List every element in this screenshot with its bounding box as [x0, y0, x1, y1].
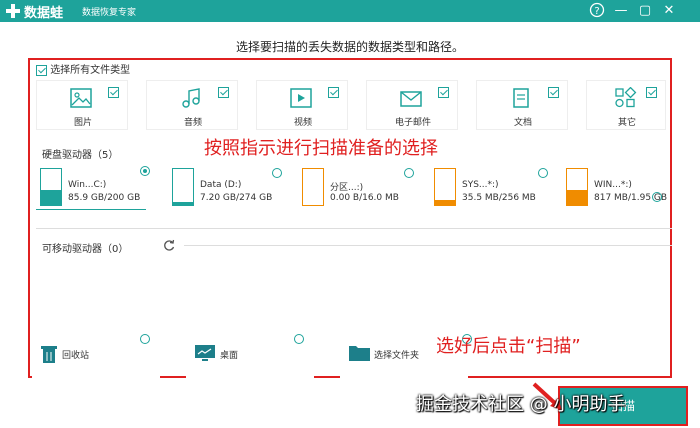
file-type-video[interactable]: 视频 [256, 80, 348, 130]
help-button[interactable]: ? [588, 2, 606, 20]
instruction-text: 选择要扫描的丢失数据的数据类型和路径。 [235, 40, 464, 54]
removable-drives-label: 可移动驱动器（0） [42, 244, 129, 255]
select-all-checkbox[interactable]: 选择所有文件类型 [36, 61, 130, 76]
checkbox-icon [328, 87, 339, 98]
drive-usage-bar [172, 168, 194, 206]
maximize-button[interactable]: ▢ [636, 2, 654, 20]
drive-size: 35.5 MB/256 MB [462, 193, 536, 203]
location-desktop[interactable]: 桌面 [186, 326, 314, 378]
drive-radio[interactable] [140, 166, 150, 176]
file-type-label: 电子邮件 [394, 118, 431, 128]
file-type-label: 视频 [293, 118, 312, 128]
location-label: 桌面 [220, 351, 239, 361]
checkbox-icon [218, 87, 229, 98]
drive-radio[interactable] [272, 168, 282, 178]
location-radio[interactable] [294, 334, 304, 344]
drive-item[interactable]: SYS...*:) 35.5 MB/256 MB [434, 166, 554, 210]
checkbox-icon [36, 64, 47, 76]
drive-name: 分区...:) [330, 183, 364, 193]
hard-drives-label: 硬盘驱动器（5） [42, 150, 119, 161]
email-icon [400, 91, 422, 107]
drive-name: Data (D:) [200, 180, 242, 190]
location-recycle-bin[interactable]: 回收站 [32, 326, 160, 378]
drive-radio[interactable] [652, 192, 662, 202]
video-icon [290, 88, 312, 108]
annotation-text: 按照指示进行扫描准备的选择 [204, 138, 438, 159]
drive-size: 7.20 GB/274 GB [200, 193, 273, 203]
folder-icon [349, 346, 370, 361]
checkbox-icon [438, 87, 449, 98]
drive-name: WIN...*:) [594, 180, 632, 190]
file-type-email[interactable]: 电子邮件 [366, 80, 458, 130]
checkbox-icon [646, 87, 657, 98]
section-divider [36, 228, 672, 229]
location-label: 回收站 [62, 351, 90, 361]
drive-item[interactable]: WIN...*:) 817 MB/1.95 GB [566, 166, 686, 210]
desktop-icon [195, 345, 215, 361]
close-button[interactable]: ✕ [660, 2, 678, 20]
image-icon [70, 88, 92, 108]
document-icon [513, 88, 529, 108]
title-bar: 数据蛙 数据恢复专家 ? — ▢ ✕ [0, 0, 700, 22]
drive-usage-bar [302, 168, 324, 206]
file-type-document[interactable]: 文档 [476, 80, 568, 130]
removable-divider [184, 245, 672, 246]
app-name: 数据蛙 [24, 6, 64, 21]
drive-size: 85.9 GB/200 GB [68, 193, 141, 203]
app-logo-icon [6, 4, 20, 18]
svg-text:?: ? [594, 6, 599, 17]
music-icon [182, 88, 200, 108]
drive-usage-fill [567, 189, 587, 205]
refresh-icon[interactable] [162, 238, 176, 252]
file-type-other[interactable]: 其它 [586, 80, 666, 130]
watermark: 掘金技术社区 @ 小明助手 [416, 394, 626, 415]
minimize-button[interactable]: — [612, 2, 630, 20]
location-radio[interactable] [140, 334, 150, 344]
drive-name: SYS...*:) [462, 180, 499, 190]
drive-usage-bar [566, 168, 588, 206]
checkbox-icon [548, 87, 559, 98]
drive-size: 0.00 B/16.0 MB [330, 193, 399, 203]
other-icon [615, 87, 637, 108]
location-label: 选择文件夹 [374, 351, 420, 361]
drive-usage-fill [435, 199, 455, 205]
drive-radio[interactable] [404, 168, 414, 178]
drive-radio[interactable] [538, 168, 548, 178]
select-all-label: 选择所有文件类型 [50, 65, 131, 76]
checkbox-icon [108, 87, 119, 98]
file-type-image[interactable]: 图片 [36, 80, 128, 130]
annotation-text: 选好后点击“扫描” [436, 336, 581, 357]
drive-usage-fill [173, 202, 193, 205]
file-type-label: 音频 [183, 118, 202, 128]
drive-usage-fill [41, 189, 61, 205]
app-subtitle: 数据恢复专家 [82, 8, 137, 18]
drive-usage-bar [434, 168, 456, 206]
drive-name: Win...C:) [68, 180, 107, 190]
drive-usage-bar [40, 168, 62, 206]
file-type-label: 其它 [617, 118, 636, 128]
file-type-label: 文档 [513, 118, 532, 128]
recycle-bin-icon [41, 346, 57, 363]
selected-underline [36, 209, 146, 210]
help-icon: ? [589, 2, 605, 18]
file-type-label: 图片 [73, 118, 92, 128]
file-type-audio[interactable]: 音频 [146, 80, 238, 130]
